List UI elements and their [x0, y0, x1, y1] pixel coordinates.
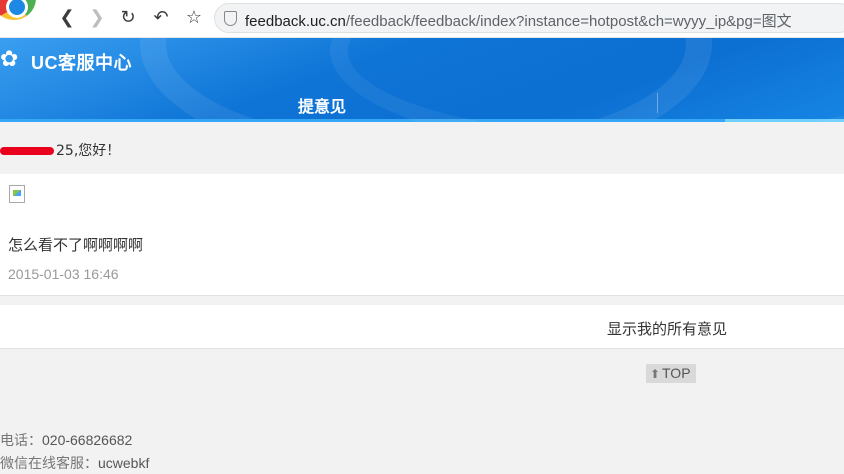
- url-text[interactable]: feedback.uc.cn/feedback/feedback/index?i…: [245, 10, 792, 31]
- footer-wechat: 微信在线客服：ucwebkf: [0, 453, 149, 473]
- shield-icon: [224, 11, 237, 26]
- tab-divider: [657, 93, 658, 113]
- arrow-up-icon: ⬆: [650, 367, 661, 381]
- browser-toolbar: ❮ ❯ ↻ ↶ ☆ feedback.uc.cn/feedback/feedba…: [0, 0, 844, 38]
- tab-active-indicator: [725, 119, 844, 122]
- header-underline: [0, 119, 844, 122]
- reload-icon[interactable]: ↻: [117, 7, 139, 29]
- forward-arrow-icon[interactable]: ❯: [86, 7, 108, 29]
- wechat-value: ucwebkf: [98, 455, 150, 471]
- redaction-mark: [0, 147, 54, 155]
- show-all-feedback-row[interactable]: 显示我的所有意见: [0, 305, 844, 349]
- greeting-fragment: 25: [56, 143, 74, 159]
- page-header: ✿ UC客服中心 提意见: [0, 38, 844, 122]
- back-to-top-button[interactable]: ⬆ TOP: [646, 364, 696, 383]
- feedback-card: 怎么看不了啊啊啊啊 2015-01-03 16:46: [0, 174, 844, 296]
- tab-suggest[interactable]: 提意见: [298, 93, 346, 117]
- back-arrow-icon[interactable]: ❮: [56, 7, 78, 29]
- url-path: /feedback/feedback/index?instance=hotpos…: [345, 13, 792, 30]
- uc-logo-icon: ✿: [0, 47, 19, 72]
- broken-image-icon[interactable]: [9, 185, 25, 203]
- wechat-label: 微信在线客服：: [0, 456, 98, 472]
- browser-logo-icon: [0, 0, 36, 20]
- top-label: TOP: [662, 365, 691, 381]
- bookmark-star-icon[interactable]: ☆: [183, 7, 205, 29]
- undo-icon[interactable]: ↶: [150, 7, 172, 29]
- feedback-date: 2015-01-03 16:46: [8, 266, 119, 282]
- show-all-feedback-link[interactable]: 显示我的所有意见: [607, 318, 727, 339]
- phone-label: 电话：: [0, 433, 42, 449]
- url-host: feedback.uc.cn: [245, 13, 346, 30]
- phone-value: 020-66826682: [42, 432, 133, 448]
- footer-phone: 电话：020-66826682: [0, 430, 132, 450]
- feedback-text: 怎么看不了啊啊啊啊: [8, 236, 144, 254]
- greeting-suffix: ,您好！: [73, 143, 121, 159]
- address-bar[interactable]: feedback.uc.cn/feedback/feedback/index?i…: [214, 3, 844, 33]
- logo-title: UC客服中心: [31, 53, 132, 73]
- greeting-text: 25,您好！: [0, 140, 120, 160]
